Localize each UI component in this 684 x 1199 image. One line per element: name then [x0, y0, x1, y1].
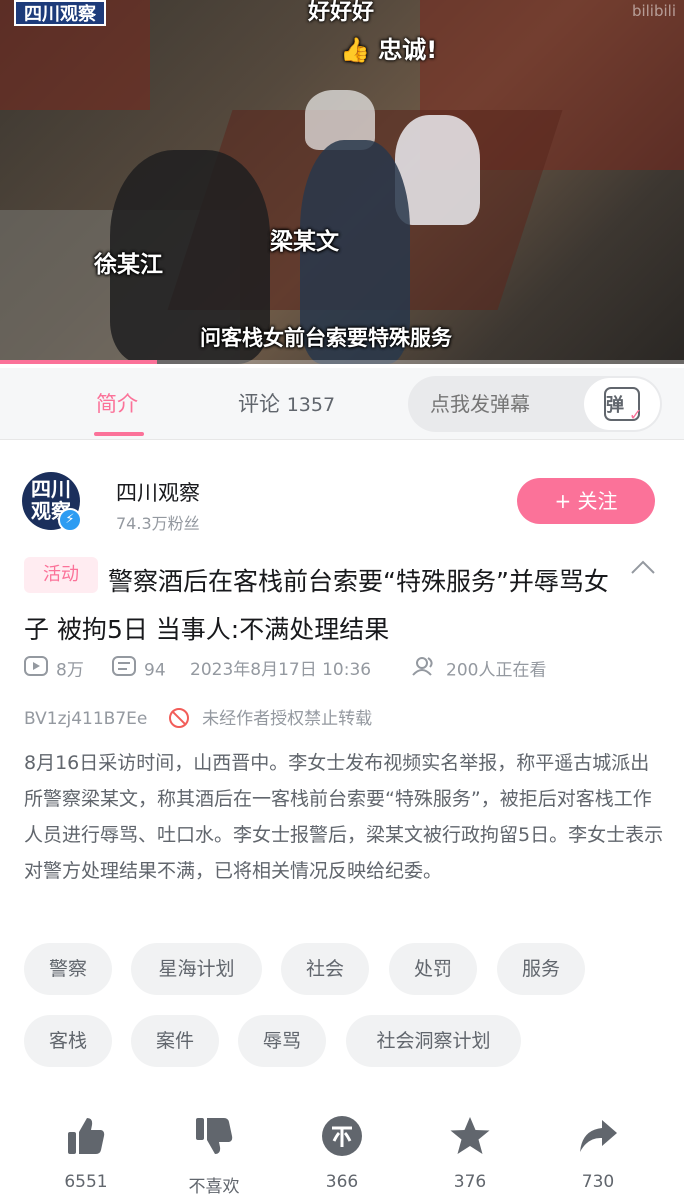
- channel-watermark: 四川观察: [14, 0, 106, 26]
- danmaku-input[interactable]: [430, 392, 580, 416]
- dislike-label: 不喜欢: [188, 1177, 240, 1197]
- plays-count: 8万: [56, 660, 84, 681]
- publish-time: 2023年8月17日 10:36: [190, 660, 372, 680]
- danmaku-toggle-button[interactable]: 弹 ✓: [584, 378, 660, 430]
- thumbs-up-icon: [41, 1114, 131, 1158]
- share-count: 730: [581, 1172, 615, 1192]
- tag-chip[interactable]: 星海计划: [131, 943, 262, 995]
- avatar-text: 四川: [31, 477, 71, 501]
- tag-chip[interactable]: 社会: [281, 943, 369, 995]
- danmaku-glyph: 弹: [606, 395, 624, 416]
- favorite-count: 376: [453, 1172, 487, 1192]
- video-description: 8月16日采访时间，山西晋中。李女士发布视频实名举报，称平遥古城派出所警察梁某文…: [24, 752, 664, 882]
- share-icon: [553, 1114, 643, 1158]
- uploader-fans: 74.3万粉丝: [116, 514, 200, 533]
- stat-danmaku: 94: [112, 656, 166, 685]
- video-progress-bar[interactable]: [0, 360, 684, 364]
- stat-watching: 200人正在看: [412, 656, 546, 685]
- video-caption-like: 👍 忠诚!: [340, 30, 437, 65]
- video-caption-like-text: 忠诚!: [378, 36, 438, 64]
- share-button[interactable]: 730: [553, 1114, 643, 1192]
- chevron-up-icon[interactable]: [630, 556, 656, 581]
- thumbs-up-icon: 👍: [340, 36, 370, 64]
- tab-comments-label: 评论: [238, 392, 280, 416]
- video-stats: 8万 94 2023年8月17日 10:36 200人正在看: [24, 656, 664, 684]
- tag-chip[interactable]: 处罚: [389, 943, 477, 995]
- tab-active-indicator: [94, 432, 144, 436]
- stat-plays: 8万: [24, 656, 84, 685]
- video-name-label: 梁某文: [270, 229, 339, 255]
- tab-comments[interactable]: 评论 1357: [238, 388, 335, 418]
- tag-chip[interactable]: 社会洞察计划: [346, 1015, 521, 1067]
- video-title: 警察酒后在客栈前台索要“特殊服务”并辱骂女子 被拘5日 当事人:不满处理结果: [24, 567, 609, 644]
- coin-icon: [297, 1114, 387, 1158]
- tag-chip[interactable]: 客栈: [24, 1015, 112, 1067]
- bvid[interactable]: BV1zj411B7Ee: [24, 709, 147, 729]
- tab-comments-count: 1357: [286, 394, 336, 416]
- tag-chip[interactable]: 辱骂: [238, 1015, 326, 1067]
- uploader-name[interactable]: 四川观察: [116, 477, 200, 507]
- no-repost-notice: 未经作者授权禁止转载: [202, 709, 373, 729]
- brand-watermark: bilibili: [631, 2, 676, 20]
- thumbs-down-icon: [169, 1114, 259, 1158]
- verified-icon: ⚡: [58, 508, 82, 532]
- tag-chip[interactable]: 服务: [497, 943, 585, 995]
- danmaku-count-icon: [112, 656, 136, 685]
- tab-intro[interactable]: 简介: [96, 388, 138, 418]
- video-name-label: 徐某江: [94, 252, 163, 278]
- coin-count: 366: [325, 1172, 359, 1192]
- video-subtitle: 问客栈女前台索要特殊服务: [200, 326, 452, 350]
- dislike-button[interactable]: 不喜欢: [169, 1114, 259, 1197]
- video-progress-fill: [0, 360, 158, 364]
- danmaku-count: 94: [144, 660, 166, 681]
- coin-button[interactable]: 366: [297, 1114, 387, 1192]
- check-icon: ✓: [629, 405, 643, 424]
- video-player[interactable]: 四川观察 好好好 👍 忠诚! bilibili 徐某江 梁某文 问客栈女前台索要…: [0, 0, 684, 364]
- tab-bar: 简介 评论 1357 弹 ✓: [0, 368, 684, 440]
- tag-chip[interactable]: 案件: [131, 1015, 219, 1067]
- watching-count: 200人正在看: [446, 660, 547, 681]
- no-entry-icon: [168, 708, 189, 728]
- danmaku-bar: 弹 ✓: [408, 376, 662, 432]
- play-count-icon: [24, 656, 48, 685]
- tag-chip[interactable]: 警察: [24, 943, 112, 995]
- viewers-icon: [412, 656, 438, 685]
- star-icon: [425, 1114, 515, 1158]
- follow-button[interactable]: + 关注: [517, 478, 655, 524]
- video-caption-top: 好好好: [308, 0, 375, 25]
- like-button[interactable]: 6551: [41, 1114, 131, 1192]
- like-count: 6551: [64, 1172, 108, 1192]
- favorite-button[interactable]: 376: [425, 1114, 515, 1192]
- bvid-line: BV1zj411B7Ee 未经作者授权禁止转载: [24, 704, 372, 729]
